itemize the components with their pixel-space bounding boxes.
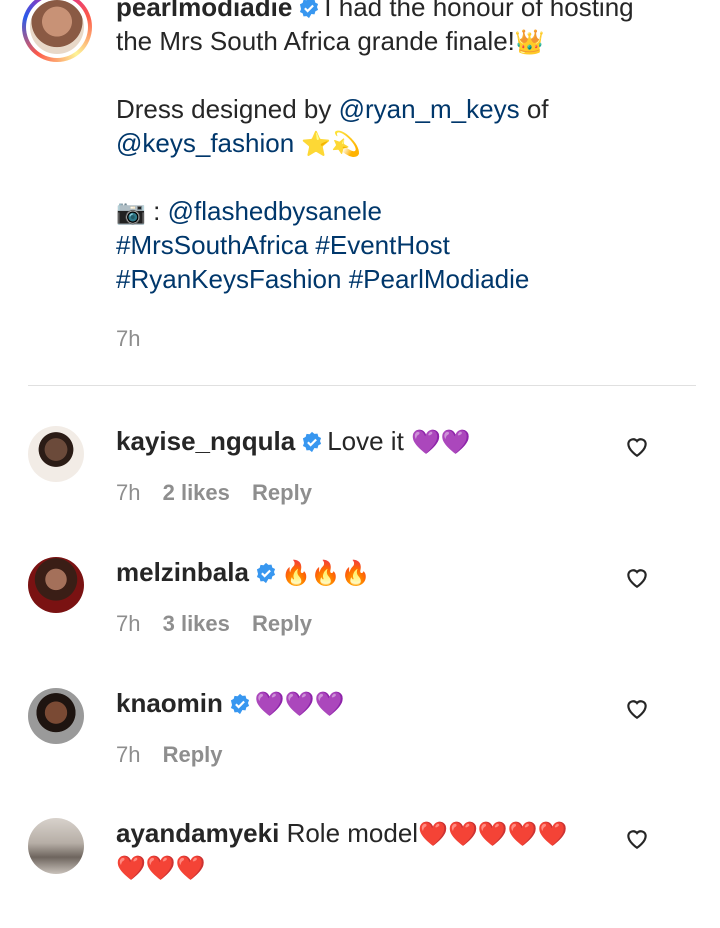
comment-time: 7h [116,480,141,505]
commenter-avatar[interactable] [28,557,84,613]
reply-button[interactable]: Reply [163,742,223,767]
comment-item: ayandamyeki Role model❤️❤️❤️❤️❤️ ❤️❤️❤️ [0,818,720,928]
comment-emoji: 💜💜 [411,429,471,456]
designer-mention-link[interactable]: @ryan_m_keys [339,94,520,124]
verified-badge-icon [303,431,322,453]
comment-item: melzinbala 🔥🔥🔥 7h 3 likes Reply [0,557,720,667]
hashtag-pearl-modiadie[interactable]: #PearlModiadie [349,264,530,294]
verified-badge-icon [230,693,249,715]
comment-emoji: ❤️❤️❤️❤️❤️ [418,821,568,848]
heart-outline-icon[interactable] [624,565,650,589]
heart-outline-icon[interactable] [624,826,650,850]
hashtag-ryan-keys-fashion[interactable]: #RyanKeysFashion [116,264,341,294]
dress-of: of [526,94,549,124]
dress-prefix: Dress designed by [116,94,332,124]
camera-emoji: 📷 [116,199,146,226]
commenter-avatar[interactable] [28,688,84,744]
heart-outline-icon[interactable] [624,434,650,458]
comment-text: melzinbala 🔥🔥🔥 [116,555,616,589]
comment-emoji: 💜💜💜 [254,691,345,718]
avatar-image [30,0,84,54]
post-author-avatar[interactable] [22,0,92,62]
comment-username[interactable]: kayise_ngqula [116,426,295,456]
comment-time: 7h [116,742,141,767]
verified-badge-icon [256,562,276,584]
photographer-mention-link[interactable]: @flashedbysanele [168,196,382,226]
comment-emoji: 🔥🔥🔥 [280,560,371,587]
comment-text: ayandamyeki Role model❤️❤️❤️❤️❤️ ❤️❤️❤️ [116,816,616,884]
comment-text: knaomin 💜💜💜 [116,686,616,720]
comment-item: kayise_ngqula Love it 💜💜 7h 2 likes Reply [0,426,720,536]
comment-likes[interactable]: 2 likes [163,480,230,505]
post-author-username[interactable]: pearlmodiadie [116,0,292,22]
reply-button[interactable]: Reply [252,480,312,505]
caption-text-line1: I had the honour of hosting [324,0,634,22]
hashtag-mrs-south-africa[interactable]: #MrsSouthAfrica [116,230,308,260]
comment-time: 7h [116,611,141,636]
commenter-avatar[interactable] [28,426,84,482]
crown-emoji: 👑 [514,29,545,56]
caption-text-line2: the Mrs South Africa grande finale! [116,26,515,56]
post-caption: pearlmodiadie I had the honour of hosting… [116,0,696,296]
star-emojis: ⭐💫 [301,131,362,158]
comment-text: kayise_ngqula Love it 💜💜 [116,424,616,458]
heart-outline-icon[interactable] [624,696,650,720]
verified-badge-icon [300,0,319,19]
divider [28,385,696,386]
comment-emoji-line2: ❤️❤️❤️ [116,855,206,882]
post-timestamp: 7h [116,326,141,351]
comment-meta: 7h 2 likes Reply [116,480,328,506]
comment-likes[interactable]: 3 likes [163,611,230,636]
commenter-avatar[interactable] [28,818,84,874]
comment-username[interactable]: melzinbala [116,557,249,587]
comment-item: knaomin 💜💜💜 7h Reply [0,688,720,798]
comment-username[interactable]: ayandamyeki [116,818,279,848]
comment-body: Role model [286,818,419,848]
comment-body: Love it [327,426,404,456]
comment-username[interactable]: knaomin [116,688,223,718]
brand-mention-link[interactable]: @keys_fashion [116,128,294,158]
reply-button[interactable]: Reply [252,611,312,636]
photo-separator: : [153,196,161,226]
hashtag-event-host[interactable]: #EventHost [315,230,449,260]
comment-meta: 7h 3 likes Reply [116,611,328,637]
comment-meta: 7h Reply [116,742,239,768]
